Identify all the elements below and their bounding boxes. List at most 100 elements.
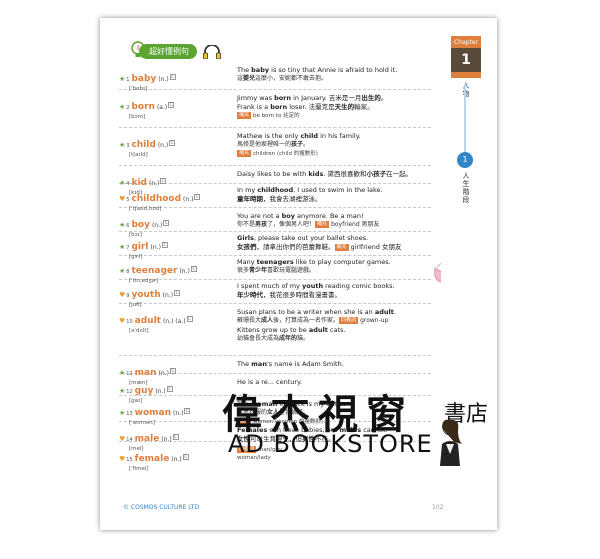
example-sentence: 幼貓會長大成為成年的貓。 bbox=[237, 334, 310, 342]
entry-number: 6 bbox=[126, 223, 130, 229]
audio-icon[interactable]: C bbox=[190, 265, 197, 272]
chapter-tab[interactable]: Chapter 1 bbox=[451, 36, 481, 78]
entry-example-column: Susan plans to be a writer when she is a… bbox=[237, 308, 437, 343]
audio-icon[interactable]: C bbox=[186, 315, 193, 322]
example-sentence: Frank is a born loser. 法蘭克是天生的輸家。 bbox=[237, 103, 374, 111]
part-of-speech: (n.) bbox=[158, 76, 169, 83]
headword[interactable]: child bbox=[131, 140, 155, 150]
entry-number: 2 bbox=[126, 105, 130, 111]
phonetic: [əˈdʌlt] bbox=[129, 328, 149, 334]
star-icon: ★ bbox=[119, 141, 126, 149]
section-number[interactable]: 1 bbox=[457, 152, 473, 168]
note-tag: 補充 bbox=[237, 149, 252, 157]
audio-icon[interactable]: C bbox=[172, 433, 179, 440]
headword[interactable]: youth bbox=[131, 290, 160, 300]
headphones-icon bbox=[203, 45, 221, 59]
audio-icon[interactable]: C bbox=[161, 241, 168, 248]
star-icon: ★ bbox=[119, 243, 126, 251]
example-sentence: 穿黑衣服的女人是我姊姊。 bbox=[237, 409, 310, 416]
audio-icon[interactable]: C bbox=[169, 367, 176, 374]
entry-word-column: ★1 baby (n.) C [ˈbebɪ] bbox=[119, 66, 215, 92]
entry-example-column: Many teenagers like to play computer gam… bbox=[237, 258, 437, 276]
audio-icon[interactable]: C bbox=[163, 219, 170, 226]
section-name: 人生階段 bbox=[462, 172, 470, 204]
audio-icon[interactable]: C bbox=[174, 289, 181, 296]
usage-note: 補充 children (child 的複數形) bbox=[237, 149, 318, 157]
part-of-speech: (n.) (a.) bbox=[162, 318, 186, 325]
entry-number: 9 bbox=[126, 293, 130, 299]
audio-icon[interactable]: C bbox=[166, 385, 173, 392]
headword[interactable]: girl bbox=[131, 242, 148, 252]
copyright: © COSMOS CULTURE LTD bbox=[123, 504, 200, 511]
example-sentence: In my childhood, I used to swim in the l… bbox=[237, 186, 383, 194]
entry-example-column: Girls, please take out your ballet shoes… bbox=[237, 234, 437, 252]
example-sentence: 馬修是他家裡唯一的孩子。 bbox=[237, 141, 310, 148]
audio-icon[interactable]: C bbox=[169, 73, 176, 80]
part-of-speech: (n.) bbox=[157, 142, 169, 149]
note-tag: 補充 bbox=[237, 112, 252, 119]
note-tag: 同義詞 bbox=[237, 446, 257, 453]
audio-icon[interactable]: C bbox=[182, 453, 189, 460]
entry-example-column: You are not a boy anymore. Be a man! 你不是男… bbox=[237, 212, 437, 230]
star-icon: ★ bbox=[119, 221, 126, 229]
entry-row: ♥15 female (n.) C [ˈfimel] 同義詞 man/guy woman/la… bbox=[119, 444, 431, 474]
entry-word-column: ♥5 childhood (n.) C [ˈtʃaɪld,hʊd] bbox=[119, 186, 215, 212]
entry-number: 10 bbox=[126, 319, 133, 325]
example-sentence: Many teenagers like to play computer gam… bbox=[237, 258, 391, 266]
entry-number: 12 bbox=[126, 389, 133, 395]
headword[interactable]: born bbox=[131, 102, 154, 112]
headword[interactable]: guy bbox=[135, 386, 154, 396]
entry-example-column: 同義詞 man/guy woman/lady bbox=[237, 446, 437, 462]
example-sentence: Females can have babies, but males canno… bbox=[237, 426, 388, 434]
example-sentence: 女孩們，請拿出你們的芭蕾舞鞋。 補充 girlfriend 女朋友 bbox=[237, 243, 402, 251]
part-of-speech: (a.) bbox=[156, 104, 168, 111]
example-sentence: He is a re... century. bbox=[237, 378, 303, 386]
entry-example-column: Jimmy was born in January. 吉米是一月出生的。 Fran… bbox=[237, 94, 437, 120]
heart-icon: ♥ bbox=[119, 317, 126, 325]
example-sentence: Susan plans to be a writer when she is a… bbox=[237, 308, 396, 316]
example-sentence: Daisy likes to be with kids. 黛西很喜歡和小孩子在一… bbox=[237, 170, 413, 178]
entry-word-column: ★13 woman (n.) C [ˈwʊmən] bbox=[119, 400, 215, 426]
headword[interactable]: male bbox=[135, 434, 160, 444]
section-title: 超好懂例句 bbox=[139, 44, 197, 59]
entry-number: 7 bbox=[126, 245, 130, 251]
part-of-speech: (n.) bbox=[161, 436, 172, 443]
star-icon: ★ bbox=[119, 103, 126, 111]
entry-row: ★8 teenager (n.) C [ˈtin,edʒɚ] Many teenagers… bbox=[119, 256, 431, 284]
ballet-shoes-icon bbox=[434, 262, 441, 283]
headword[interactable]: adult bbox=[135, 316, 161, 326]
entry-number: 14 bbox=[126, 437, 133, 443]
headword[interactable]: teenager bbox=[131, 266, 177, 276]
entry-example-column: Daisy likes to be with kids. 黛西很喜歡和小孩子在一… bbox=[237, 170, 437, 179]
headword[interactable]: boy bbox=[131, 220, 150, 230]
chapter-name: 人物 bbox=[462, 82, 470, 98]
example-sentence: I spent much of my youth reading comic b… bbox=[237, 282, 395, 290]
entry-word-column: ♥9 youth (n.) C [juθ] bbox=[119, 282, 215, 308]
entry-row: ★6 boy (n.) C [bɔɪ] You are not a boy anymore… bbox=[119, 210, 431, 238]
headword[interactable]: baby bbox=[131, 74, 156, 84]
vocabulary-page: 超好懂例句 ★1 baby (n.) C [ˈbebɪ] The baby is so t… bbox=[113, 26, 441, 522]
audio-icon[interactable]: C bbox=[168, 101, 175, 108]
headword[interactable]: childhood bbox=[131, 194, 181, 204]
audio-icon[interactable]: C bbox=[169, 139, 176, 146]
phonetic: [ˈfimel] bbox=[129, 466, 149, 472]
entry-example-column: He is a re... century. bbox=[237, 378, 437, 387]
headword[interactable]: woman bbox=[135, 408, 171, 418]
entry-example-column: The woman in black is my sister. 穿黑衣服的女人是… bbox=[237, 400, 437, 426]
entry-row: ★3 child (n.) C [tʃaɪld] Mathew is the only c… bbox=[119, 130, 431, 166]
audio-icon[interactable]: C bbox=[194, 193, 201, 200]
audio-icon[interactable]: C bbox=[184, 407, 191, 414]
star-icon: ★ bbox=[119, 409, 126, 417]
entry-word-column: ★3 child (n.) C [tʃaɪld] bbox=[119, 132, 215, 158]
entry-number: 3 bbox=[126, 143, 130, 149]
example-sentence: 你不是男孩了，像個男人吧！ 補充 boyfriend 男朋友 bbox=[237, 221, 380, 228]
audio-icon[interactable]: C bbox=[160, 177, 167, 184]
part-of-speech: (n.) bbox=[151, 222, 163, 229]
star-icon: ★ bbox=[119, 267, 126, 275]
entry-row: ★1 baby (n.) C [ˈbebɪ] The baby is so tiny th… bbox=[119, 64, 431, 92]
headword[interactable]: female bbox=[135, 454, 170, 464]
section-divider bbox=[464, 84, 466, 154]
entry-row: ★11 man (n.) C [mæn] The man's name is Adam S… bbox=[119, 358, 431, 386]
entry-row: ★2 born (a.) C [bɔrn] Jimmy was born in Janua… bbox=[119, 92, 431, 128]
example-sentence: The man's name is Adam Smith. bbox=[237, 360, 344, 368]
